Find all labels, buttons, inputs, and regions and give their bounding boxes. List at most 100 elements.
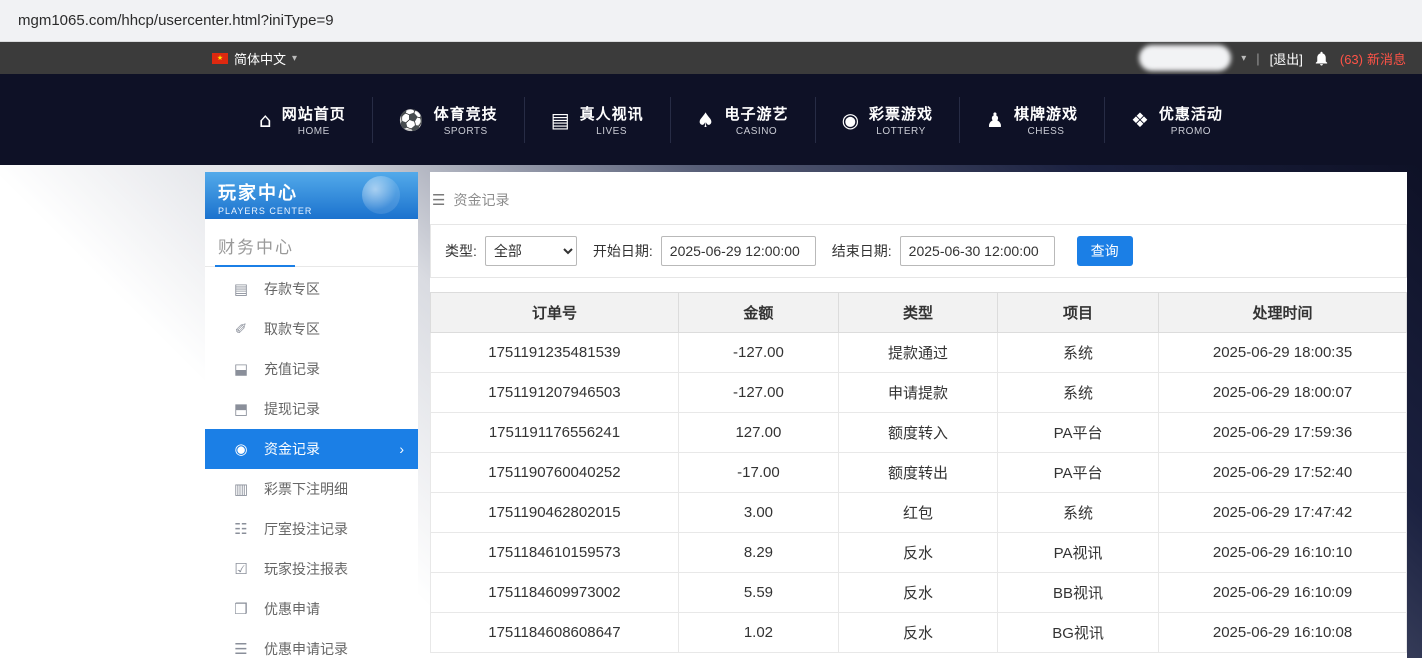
table-cell: 2025-06-29 18:00:07 <box>1159 373 1407 413</box>
main-content: ☰ 资金记录 类型: 全部 开始日期: 结束日期: 查询 订单号金额类型项目处理… <box>430 172 1407 658</box>
table-row[interactable]: 17511846099730025.59反水BB视讯2025-06-29 16:… <box>431 573 1407 613</box>
sidebar-item-label: 优惠申请记录 <box>264 639 348 658</box>
table-row[interactable]: 1751191176556241127.00额度转入PA平台2025-06-29… <box>431 413 1407 453</box>
gift-icon: ❖ <box>1131 110 1149 130</box>
table-cell: 8.29 <box>678 533 838 573</box>
table-cell: 反水 <box>838 573 997 613</box>
nav-label-en: CASINO <box>736 126 777 137</box>
type-select[interactable]: 全部 <box>485 236 577 266</box>
sidebar-item[interactable]: ❒ 优惠申请 › <box>205 589 418 629</box>
sidebar-item[interactable]: ☑ 玩家投注报表 › <box>205 549 418 589</box>
url-text: mgm1065.com/hhcp/usercenter.html?iniType… <box>18 12 334 29</box>
table-row[interactable]: 1751191235481539-127.00提款通过系统2025-06-29 … <box>431 333 1407 373</box>
nav-label-en: PROMO <box>1171 126 1211 137</box>
sidebar-item-label: 彩票下注明细 <box>264 479 348 499</box>
sidebar-item[interactable]: ⬓ 充值记录 › <box>205 349 418 389</box>
funds-table: 订单号金额类型项目处理时间 1751191235481539-127.00提款通… <box>430 292 1407 653</box>
funds-log-icon: ◉ <box>232 440 250 458</box>
bell-icon[interactable] <box>1313 50 1330 67</box>
table-cell: 反水 <box>838 613 997 653</box>
table-cell: PA平台 <box>998 453 1159 493</box>
table-cell: 1751190462802015 <box>431 493 679 533</box>
start-date-input[interactable] <box>661 236 816 266</box>
table-cell: BG视讯 <box>998 613 1159 653</box>
promo-record-icon: ☰ <box>232 640 250 658</box>
table-cell: 5.59 <box>678 573 838 613</box>
sidebar-menu: ▤ 存款专区 › ✐ 取款专区 › ⬓ 充值记录 › ⬒ 提现记录 › ◉ 资金… <box>205 267 418 658</box>
chevron-right-icon: › <box>399 441 404 457</box>
table-cell: 2025-06-29 17:47:42 <box>1159 493 1407 533</box>
nav-item-casino[interactable]: ♠ 电子游艺 CASINO <box>670 97 815 143</box>
deposit-icon: ▤ <box>232 280 250 298</box>
language-selector[interactable]: ★ 简体中文 ▾ <box>212 49 297 68</box>
nav-label-zh: 真人视讯 <box>580 103 644 124</box>
browser-url-bar[interactable]: mgm1065.com/hhcp/usercenter.html?iniType… <box>0 0 1422 42</box>
sidebar-item[interactable]: ☰ 优惠申请记录 › <box>205 629 418 658</box>
sidebar-item-label: 资金记录 <box>264 439 320 459</box>
lottery-icon: ◉ <box>842 110 859 130</box>
sidebar-item[interactable]: ▤ 存款专区 › <box>205 269 418 309</box>
sidebar-header: 玩家中心 PLAYERS CENTER <box>205 172 418 219</box>
table-row[interactable]: 17511904628020153.00红包系统2025-06-29 17:47… <box>431 493 1407 533</box>
breadcrumb-label: 资金记录 <box>453 190 509 210</box>
table-row[interactable]: 17511846086086471.02反水BG视讯2025-06-29 16:… <box>431 613 1407 653</box>
sidebar-item[interactable]: ✐ 取款专区 › <box>205 309 418 349</box>
top-bar: ★ 简体中文 ▾ ▾ | [退出] (63)新消息 <box>0 42 1422 74</box>
table-cell: 127.00 <box>678 413 838 453</box>
nav-label-en: LOTTERY <box>876 126 925 137</box>
sidebar-item[interactable]: ◉ 资金记录 › <box>205 429 418 469</box>
table-cell: PA平台 <box>998 413 1159 453</box>
table-cell: 3.00 <box>678 493 838 533</box>
table-cell: 系统 <box>998 333 1159 373</box>
home-icon: ⌂ <box>259 110 272 130</box>
logout-link[interactable]: [退出] <box>1270 49 1303 68</box>
nav-item-sports[interactable]: ⚽ 体育竞技 SPORTS <box>372 97 524 143</box>
nav-label-en: CHESS <box>1028 126 1065 137</box>
column-header: 订单号 <box>431 293 679 333</box>
sidebar-item[interactable]: ▥ 彩票下注明细 › <box>205 469 418 509</box>
type-label: 类型: <box>445 241 477 261</box>
nav-item-lives[interactable]: ▤ 真人视讯 LIVES <box>524 97 670 143</box>
nav-item-chess[interactable]: ♟ 棋牌游戏 CHESS <box>959 97 1104 143</box>
table-row[interactable]: 1751191207946503-127.00申请提款系统2025-06-29 … <box>431 373 1407 413</box>
nav-item-home[interactable]: ⌂ 网站首页 HOME <box>233 97 372 143</box>
column-header: 类型 <box>838 293 997 333</box>
search-button[interactable]: 查询 <box>1077 236 1133 266</box>
column-header: 处理时间 <box>1159 293 1407 333</box>
start-date-label: 开始日期: <box>593 241 653 261</box>
nav-label-zh: 彩票游戏 <box>869 103 933 124</box>
new-message-link[interactable]: (63)新消息 <box>1340 49 1406 68</box>
sidebar-item-label: 优惠申请 <box>264 599 320 619</box>
sidebar-item-label: 提现记录 <box>264 399 320 419</box>
top-right-group: ▾ | [退出] (63)新消息 <box>1139 45 1406 71</box>
sidebar-section-title: 财务中心 <box>205 219 418 267</box>
filter-bar: 类型: 全部 开始日期: 结束日期: 查询 <box>430 224 1407 278</box>
chevron-down-icon[interactable]: ▾ <box>1241 53 1246 64</box>
sidebar-subtitle: PLAYERS CENTER <box>218 206 418 216</box>
nav-item-lottery[interactable]: ◉ 彩票游戏 LOTTERY <box>815 97 959 143</box>
table-cell: -17.00 <box>678 453 838 493</box>
language-label: 简体中文 <box>234 49 286 68</box>
nav-label-en: SPORTS <box>444 126 488 137</box>
hall-bets-icon: ☷ <box>232 520 250 538</box>
sidebar-item-label: 充值记录 <box>264 359 320 379</box>
chevron-down-icon: ▾ <box>292 53 297 64</box>
sports-icon: ⚽ <box>399 110 424 130</box>
sidebar-title: 玩家中心 <box>218 179 418 205</box>
sidebar-item-label: 玩家投注报表 <box>264 559 348 579</box>
sidebar-item[interactable]: ⬒ 提现记录 › <box>205 389 418 429</box>
nav-item-promo[interactable]: ❖ 优惠活动 PROMO <box>1104 97 1249 143</box>
sidebar-item[interactable]: ☷ 厅室投注记录 › <box>205 509 418 549</box>
new-message-label: 新消息 <box>1367 52 1406 67</box>
end-date-input[interactable] <box>900 236 1055 266</box>
end-date-label: 结束日期: <box>832 241 892 261</box>
table-cell: PA视讯 <box>998 533 1159 573</box>
table-cell: -127.00 <box>678 373 838 413</box>
table-cell: 系统 <box>998 493 1159 533</box>
table-cell: 1751191207946503 <box>431 373 679 413</box>
table-cell: 2025-06-29 18:00:35 <box>1159 333 1407 373</box>
recharge-log-icon: ⬓ <box>232 360 250 378</box>
table-row[interactable]: 1751190760040252-17.00额度转出PA平台2025-06-29… <box>431 453 1407 493</box>
user-avatar-blurred[interactable] <box>1139 45 1231 71</box>
table-row[interactable]: 17511846101595738.29反水PA视讯2025-06-29 16:… <box>431 533 1407 573</box>
